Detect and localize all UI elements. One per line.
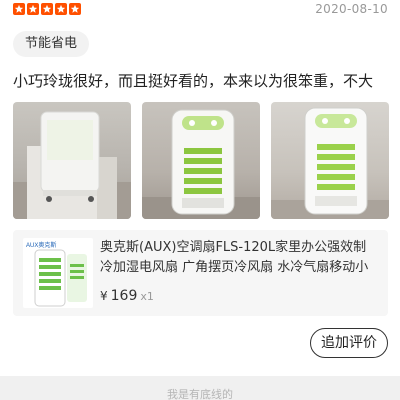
product-thumbnail: AUX奥克斯 [23,238,93,308]
product-title[interactable]: 奥克斯(AUX)空调扇FLS-120L家里办公强效制冷加湿电风扇 广角摆页冷风扇… [100,238,378,278]
review-photo-2[interactable] [142,102,260,219]
review-photo-3[interactable] [271,102,389,219]
star-icon [41,3,53,15]
star-icon [13,3,25,15]
review-text: 小巧玲珑很好，而且挺好看的，本来以为很笨重，不大 [13,72,374,90]
product-card[interactable]: AUX奥克斯 奥克斯(AUX)空调扇FLS-120L家里办公强效制冷加湿电风扇 … [13,230,388,316]
star-icon [55,3,67,15]
product-quantity: x1 [140,290,154,303]
review-date: 2020-08-10 [315,2,388,16]
star-icon [69,3,81,15]
star-icon [27,3,39,15]
footer: 我是有底线的 [0,376,400,400]
price-value: 169 [110,288,138,304]
brand-logo-icon: AUX奥克斯 [26,241,56,249]
rating-stars [13,3,81,15]
currency-symbol: ¥ [100,289,108,303]
review-photos [13,102,389,219]
review-tag[interactable]: 节能省电 [13,31,90,57]
add-review-button[interactable]: 追加评价 [310,328,388,358]
footer-end-text: 我是有底线的 [167,388,233,400]
review-photo-1[interactable] [13,102,131,219]
product-price: ¥169 x1 [100,288,154,304]
